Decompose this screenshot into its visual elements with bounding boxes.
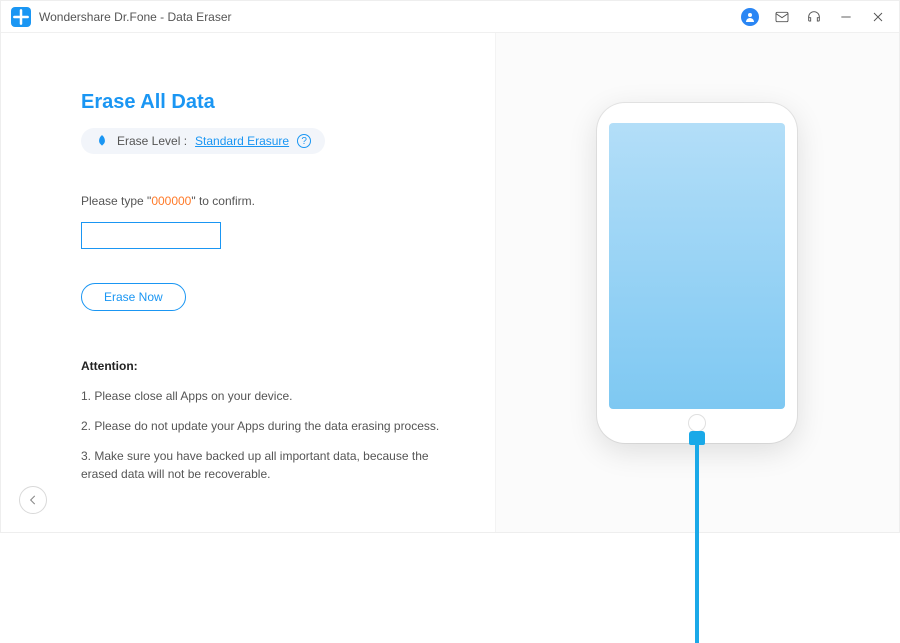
help-icon[interactable]: ? <box>297 134 311 148</box>
phone-screen <box>609 123 785 409</box>
attention-title: Attention: <box>81 359 455 373</box>
attention-section: Attention: 1. Please close all Apps on y… <box>81 359 455 483</box>
attention-item: 2. Please do not update your Apps during… <box>81 417 455 435</box>
attention-item: 1. Please close all Apps on your device. <box>81 387 455 405</box>
minimize-button[interactable] <box>837 8 855 26</box>
rocket-icon <box>95 134 109 148</box>
cable-icon <box>695 443 699 643</box>
attention-item: 3. Make sure you have backed up all impo… <box>81 447 455 483</box>
app-logo-icon <box>11 7 31 27</box>
mail-icon[interactable] <box>773 8 791 26</box>
confirm-input[interactable] <box>81 222 221 249</box>
page-heading: Erase All Data <box>81 91 455 114</box>
erase-level-value[interactable]: Standard Erasure <box>195 134 289 148</box>
app-title: Wondershare Dr.Fone - Data Eraser <box>39 10 232 24</box>
arrow-left-icon <box>26 493 40 507</box>
erase-level-label: Erase Level : <box>117 134 187 148</box>
account-icon[interactable] <box>741 8 759 26</box>
headset-icon[interactable] <box>805 8 823 26</box>
confirm-code: 000000 <box>151 194 191 208</box>
title-bar: Wondershare Dr.Fone - Data Eraser <box>1 1 899 33</box>
erase-now-button[interactable]: Erase Now <box>81 283 186 311</box>
phone-mockup <box>597 103 797 443</box>
phone-home-button-icon <box>688 414 706 432</box>
device-preview-panel <box>495 33 899 532</box>
back-button[interactable] <box>19 486 47 514</box>
erase-level-pill: Erase Level : Standard Erasure ? <box>81 128 325 154</box>
close-button[interactable] <box>869 8 887 26</box>
content-panel: Erase All Data Erase Level : Standard Er… <box>1 33 495 532</box>
confirm-instruction: Please type "000000" to confirm. <box>81 194 455 208</box>
